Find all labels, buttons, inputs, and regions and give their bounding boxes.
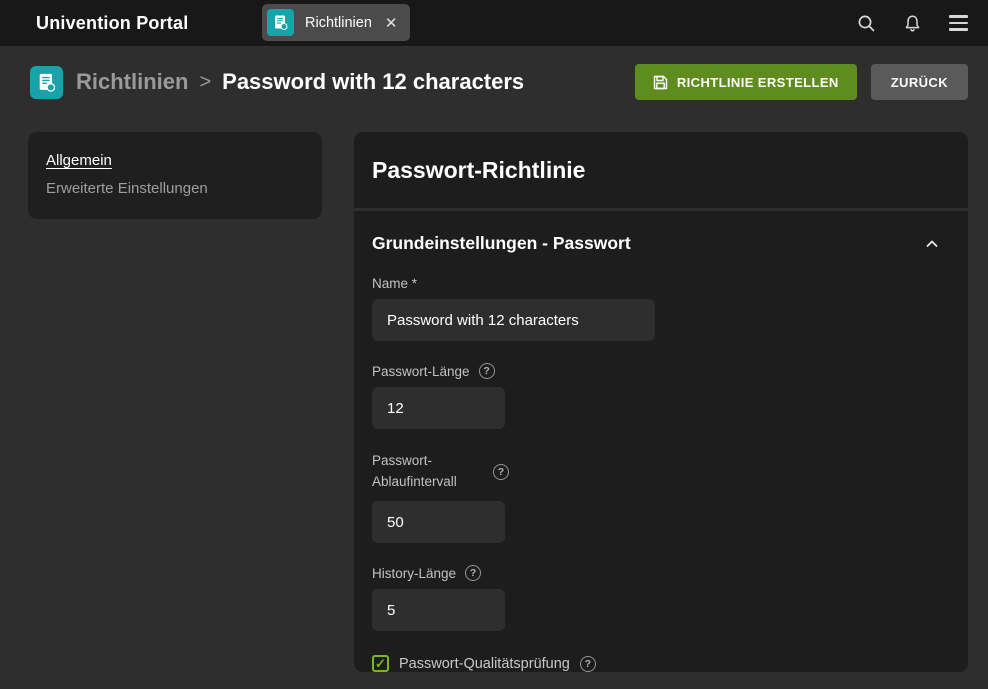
panel-title-row: Passwort-Richtlinie [354, 132, 968, 208]
quality-check-label: Passwort-Qualitätsprüfung [399, 656, 570, 672]
page-header: Richtlinien > Password with 12 character… [0, 46, 988, 118]
expiry-interval-label: Passwort-Ablaufintervall [372, 451, 484, 493]
history-length-label: History-Länge [372, 566, 456, 581]
page-title: Password with 12 characters [222, 69, 524, 95]
tab-richtlinien[interactable]: Richtlinien ✕ [262, 4, 410, 41]
policy-form-panel: Passwort-Richtlinie Grundeinstellungen -… [354, 132, 968, 672]
back-button[interactable]: ZURÜCK [871, 64, 968, 100]
expiry-interval-label-row: Passwort-Ablaufintervall ? [372, 451, 950, 493]
pw-length-label-row: Passwort-Länge ? [372, 363, 950, 379]
pw-length-help-icon[interactable]: ? [479, 363, 495, 379]
app-title: Univention Portal [36, 13, 188, 34]
panel-title: Passwort-Richtlinie [372, 157, 950, 184]
breadcrumb-parent[interactable]: Richtlinien [76, 69, 188, 95]
back-button-label: ZURÜCK [891, 75, 948, 90]
create-policy-button-label: RICHTLINIE ERSTELLEN [677, 75, 839, 90]
tab-label: Richtlinien [305, 15, 372, 31]
nav-item-erweiterte-einstellungen[interactable]: Erweiterte Einstellungen [46, 180, 304, 197]
form-nav-card: Allgemein Erweiterte Einstellungen [28, 132, 322, 219]
expiry-interval-input[interactable] [372, 501, 505, 543]
quality-check-help-icon[interactable]: ? [580, 656, 596, 672]
history-length-help-icon[interactable]: ? [465, 565, 481, 581]
history-length-input[interactable] [372, 589, 505, 631]
name-field-label: Name * [372, 276, 417, 291]
topbar: Univention Portal Richtlinien ✕ [0, 0, 988, 46]
history-length-label-row: History-Länge ? [372, 565, 950, 581]
section-header[interactable]: Grundeinstellungen - Passwort [372, 233, 950, 254]
header-buttons: RICHTLINIE ERSTELLEN ZURÜCK [635, 64, 968, 100]
notifications-bell-icon[interactable] [903, 14, 922, 33]
quality-check-checkbox[interactable]: ✓ [372, 655, 389, 672]
expiry-interval-help-icon[interactable]: ? [493, 464, 509, 480]
name-input[interactable] [372, 299, 655, 341]
search-icon[interactable] [857, 14, 876, 33]
create-policy-button[interactable]: RICHTLINIE ERSTELLEN [635, 64, 857, 100]
topbar-actions [857, 0, 968, 46]
menu-hamburger-icon[interactable] [949, 15, 968, 31]
policy-breadcrumb-icon [30, 66, 63, 99]
section-title: Grundeinstellungen - Passwort [372, 233, 631, 254]
policy-tab-icon [267, 9, 294, 36]
name-field-label-row: Name * [372, 276, 950, 291]
nav-item-allgemein[interactable]: Allgemein [46, 152, 304, 169]
breadcrumb-separator: > [199, 71, 211, 94]
section-grundeinstellungen: Grundeinstellungen - Passwort Name * Pas… [354, 211, 968, 672]
pw-length-input[interactable] [372, 387, 505, 429]
quality-check-row: ✓ Passwort-Qualitätsprüfung ? [372, 655, 950, 672]
collapse-chevron-up-icon[interactable] [926, 240, 938, 248]
tab-close-icon[interactable]: ✕ [385, 14, 398, 32]
content-area: Allgemein Erweiterte Einstellungen Passw… [0, 118, 988, 672]
pw-length-label: Passwort-Länge [372, 364, 470, 379]
save-icon [653, 75, 668, 90]
